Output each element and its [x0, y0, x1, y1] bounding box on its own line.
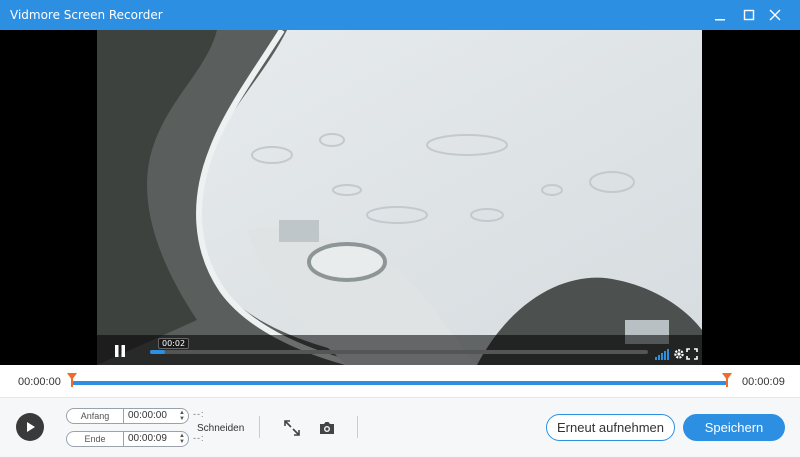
snapshot-button[interactable] — [318, 419, 336, 437]
current-time-tooltip: 00:02 — [158, 338, 190, 349]
end-time-input[interactable]: 00:00:09 ▲ ▼ — [123, 431, 189, 447]
expand-arrows-icon — [284, 420, 300, 436]
minimize-icon — [715, 19, 725, 21]
play-icon — [27, 422, 35, 432]
stepper-icon[interactable]: ▲ ▼ — [179, 433, 185, 445]
end-time-label: Ende — [66, 431, 124, 447]
start-time-input[interactable]: 00:00:00 ▲ ▼ — [123, 408, 189, 424]
end-time-value: 00:00:09 — [128, 433, 167, 444]
trim-start-time: 00:00:00 — [18, 376, 61, 388]
video-frame-image — [97, 30, 702, 365]
recorder-preview-window: Vidmore Screen Recorder 00:02 00:00:00 0… — [0, 0, 800, 457]
settings-button[interactable] — [673, 347, 685, 359]
trim-track[interactable] — [72, 381, 727, 385]
divider — [259, 416, 260, 438]
fullscreen-button[interactable] — [686, 347, 698, 360]
play-button[interactable] — [16, 413, 44, 441]
window-title: Vidmore Screen Recorder — [10, 8, 163, 22]
range-connector: --: — [193, 409, 205, 419]
cut-label[interactable]: Schneiden — [197, 423, 244, 434]
trim-start-handle[interactable] — [67, 373, 77, 387]
close-icon — [769, 9, 781, 21]
playback-progress-bar[interactable] — [150, 350, 648, 354]
trim-handle-icon — [722, 373, 732, 387]
close-button[interactable] — [760, 0, 790, 30]
camera-icon — [320, 422, 334, 434]
range-connector: --: — [193, 433, 205, 443]
pause-button[interactable] — [112, 343, 128, 359]
pause-icon — [115, 345, 125, 357]
video-preview[interactable]: 00:02 — [0, 30, 800, 365]
volume-button[interactable] — [655, 347, 669, 360]
start-time-label: Anfang — [66, 408, 124, 424]
settings-icon — [674, 349, 684, 359]
divider — [357, 416, 358, 438]
video-frame — [97, 30, 702, 365]
fullscreen-icon — [686, 348, 698, 360]
playback-progress-fill — [150, 350, 165, 354]
minimize-button[interactable] — [705, 0, 735, 30]
volume-icon — [655, 349, 669, 360]
control-bar: Anfang 00:00:00 ▲ ▼ --: Ende 00:00:09 ▲ ▼ … — [0, 397, 800, 457]
save-button[interactable]: Speichern — [683, 414, 785, 441]
rerecord-button[interactable]: Erneut aufnehmen — [546, 414, 675, 441]
title-bar: Vidmore Screen Recorder — [0, 0, 800, 30]
expand-button[interactable] — [283, 419, 301, 437]
trim-timeline: 00:00:00 00:00:09 — [0, 367, 800, 397]
trim-end-time: 00:00:09 — [742, 376, 785, 388]
stepper-icon[interactable]: ▲ ▼ — [179, 410, 185, 422]
maximize-icon — [743, 9, 755, 21]
trim-handle-icon — [67, 373, 77, 387]
start-time-value: 00:00:00 — [128, 410, 167, 421]
trim-end-handle[interactable] — [722, 373, 732, 387]
